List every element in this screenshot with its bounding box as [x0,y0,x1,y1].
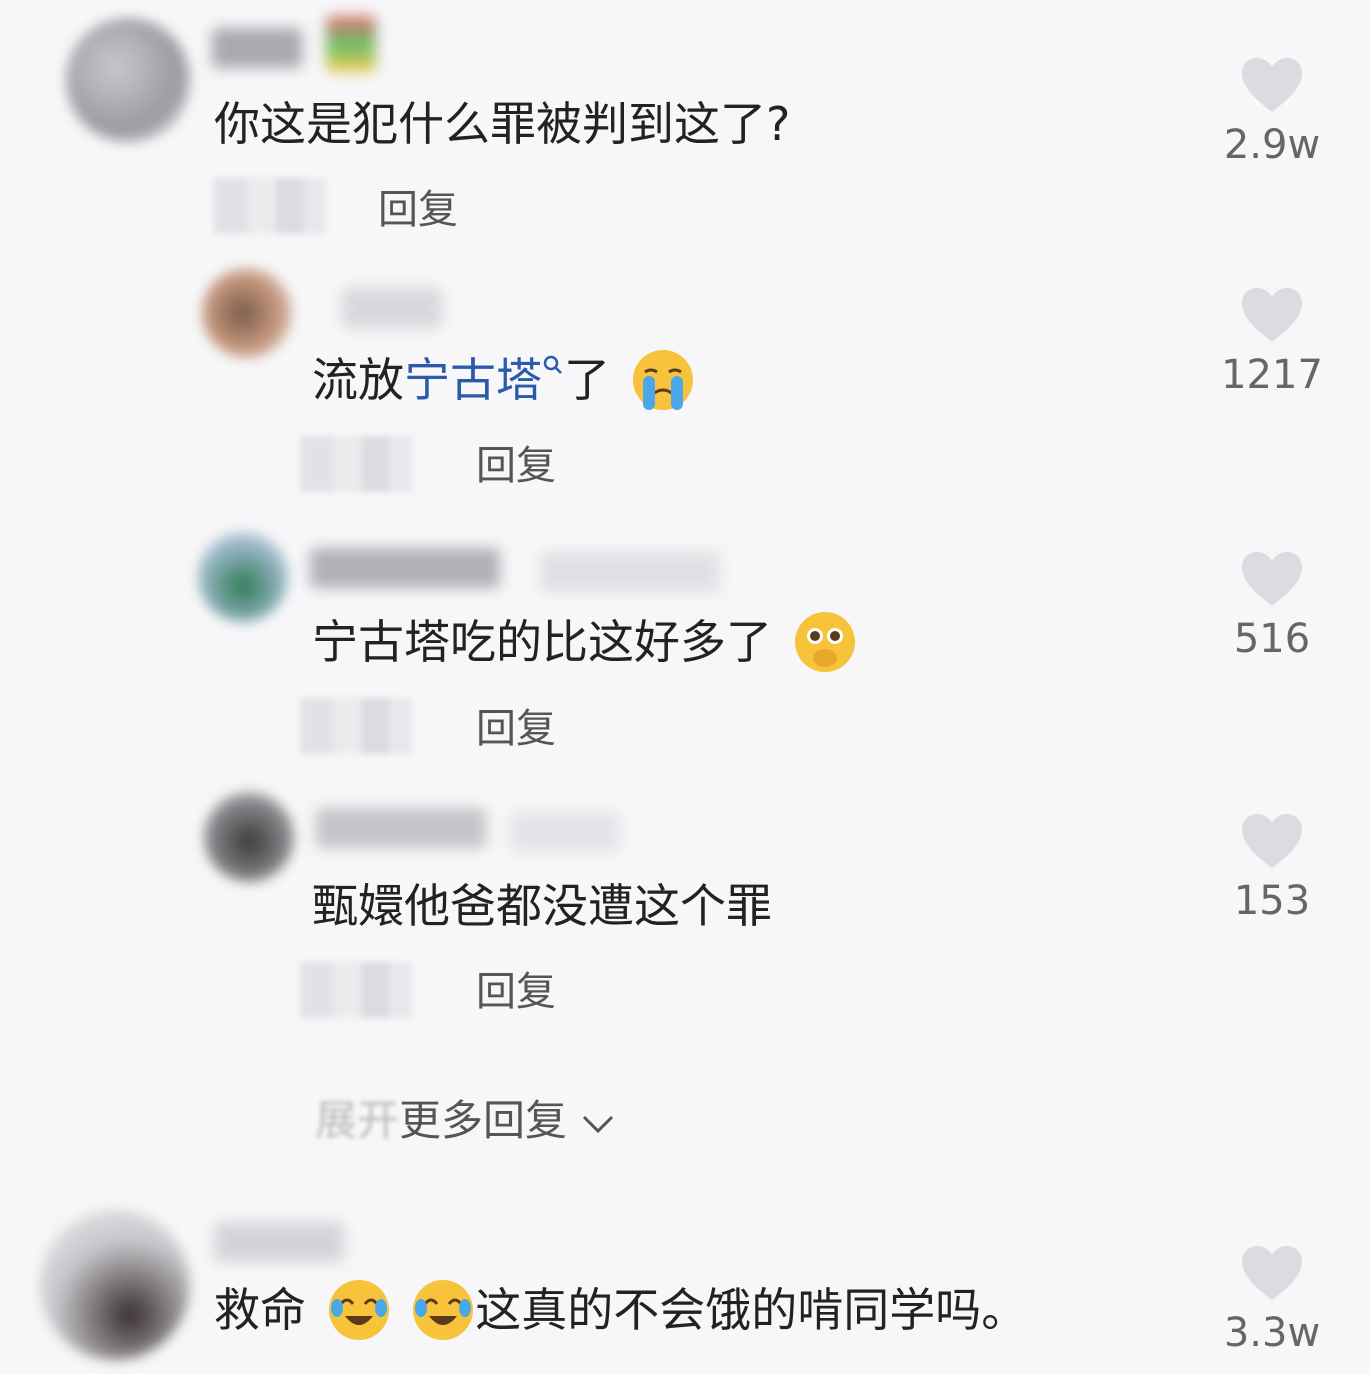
avatar[interactable] [202,268,292,358]
comment-text-main: 宁古塔吃的比这好多了 [312,615,772,669]
comment-text-suffix: 了 [564,353,610,407]
heart-icon [1242,814,1302,868]
comment-text-prefix: 救命 [214,1283,306,1337]
like-count: 516 [1233,616,1311,662]
comment-text: 宁古塔吃的比这好多了 [312,611,857,674]
tears-of-joy-face-icon [413,1279,474,1340]
expand-more-label: 更多回复 [399,1096,568,1145]
like-button[interactable]: 153 [1212,812,1332,924]
expand-more-replies-button[interactable]: 展开更多回复 [315,1096,616,1146]
like-count: 2.9w [1223,122,1321,168]
comment-text-suffix: 这真的不会饿的啃同学吗。 [475,1283,1028,1337]
username-blurred[interactable] [212,28,302,68]
comment-text: 救命 这真的不会饿的啃同学吗。 [214,1279,1028,1342]
crying-face-icon [632,349,693,410]
avatar[interactable] [198,532,288,622]
like-count: 1217 [1221,352,1323,398]
username-blurred[interactable] [214,1222,344,1262]
like-button[interactable]: 2.9w [1212,56,1332,168]
reply-button[interactable]: 回复 [476,441,556,491]
heart-icon [1242,552,1302,606]
pleading-hands-face-icon [794,611,855,672]
like-button[interactable]: 3.3w [1212,1244,1332,1356]
search-icon[interactable] [542,354,564,376]
expand-more-prefix: 展开 [315,1096,400,1145]
timestamp-blurred [300,962,412,1018]
timestamp-blurred [214,178,326,234]
username-blurred[interactable] [342,288,442,328]
username-blurred[interactable] [316,808,486,848]
like-count: 3.3w [1223,1310,1321,1356]
timestamp-blurred [300,698,412,754]
chevron-down-icon [583,1115,614,1133]
avatar[interactable] [204,792,294,882]
tears-of-joy-face-icon [328,1279,389,1340]
avatar[interactable] [40,1210,190,1360]
timestamp-blurred [300,436,412,492]
heart-icon [1242,288,1302,342]
username-extra-blurred [540,552,720,592]
user-badge-blurred [326,16,376,72]
username-blurred[interactable] [310,548,500,588]
comment-text: 流放宁古塔了 [312,349,695,412]
search-link[interactable]: 宁古塔 [404,353,542,407]
username-extra-blurred [510,812,620,852]
reply-button[interactable]: 回复 [378,185,458,235]
like-button[interactable]: 516 [1212,550,1332,662]
reply-button[interactable]: 回复 [476,704,556,754]
avatar[interactable] [66,18,190,142]
comment-text-prefix: 流放 [312,353,404,407]
like-count: 153 [1233,878,1311,924]
heart-icon [1242,1246,1302,1300]
like-button[interactable]: 1217 [1212,286,1332,398]
comment-text: 甄嬛他爸都没遭这个罪 [312,879,772,933]
reply-button[interactable]: 回复 [476,967,556,1017]
heart-icon [1242,58,1302,112]
comment-text: 你这是犯什么罪被判到这了? [214,97,791,151]
